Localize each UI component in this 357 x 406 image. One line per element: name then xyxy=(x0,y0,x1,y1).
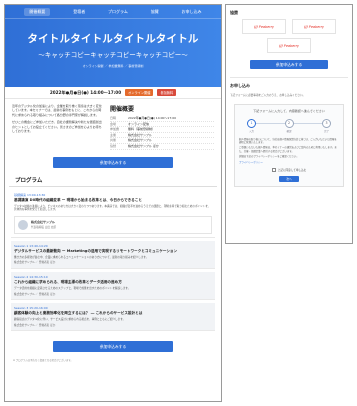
hero-meta: オンライン開催 ／ 参加費無料 ／ 事前登録制 xyxy=(82,64,144,68)
logo-mark-icon: /// xyxy=(278,43,283,48)
register-button-right[interactable]: 参加申込みする xyxy=(250,60,328,69)
logo-mark-icon: /// xyxy=(303,24,308,29)
form-heading: お申し込み xyxy=(230,83,250,88)
free-badge: 参加無料 xyxy=(157,89,177,96)
step-confirm: 2 確認 xyxy=(284,118,294,133)
overview-paragraph: 近年のデジタル化の加速により、企業を取り巻く環境は大きく変化しています。本セミナ… xyxy=(12,104,102,117)
session-speakers: 株式会社サンプル ／ 登壇者名 ほか xyxy=(14,292,56,296)
program-heading: プログラム xyxy=(9,168,217,187)
speaker-org: 代表取締役 山田 太郎 xyxy=(31,225,56,229)
step-input: 1 入力 xyxy=(247,118,256,133)
overview-heading: 開催概要 xyxy=(110,106,135,113)
overview-section: 近年のデジタル化の加速により、企業を取り巻く環境は大きく変化しています。本セミナ… xyxy=(5,99,221,150)
footer-note: ※ プログラムは予告なく変更となる場合がございます。 xyxy=(13,359,73,363)
form-description: 下記フォームに必要事項をご入力のうえ、お申し込みください。 xyxy=(230,94,306,97)
avatar xyxy=(18,219,28,230)
info-value: 2022年●月●日(●) 14:00〜17:00 xyxy=(128,116,177,120)
session-desc: 顧客接点のデジタル化に伴い、サービス設計に求められる視点を、事例とともにご紹介し… xyxy=(14,318,126,322)
nav-overview[interactable]: 開催概要 xyxy=(24,7,51,16)
sponsors-heading: 協賛 xyxy=(230,10,238,15)
online-badge: オンライン開催 xyxy=(125,89,154,96)
sponsor-logo[interactable]: ///Peaberry xyxy=(267,38,311,53)
session-2: Session 2 14:30-15:10 これから組織に求められる、現場主導の… xyxy=(11,271,215,301)
step-number: 2 xyxy=(284,118,294,128)
session-title: 基調講演 DX時代の組織変革 ー 現場から始まる改革とは、今日からできること xyxy=(14,197,142,202)
step-number: 1 xyxy=(247,118,256,128)
top-nav: 開催概要 登壇者 プログラム 協賛 お申し込み xyxy=(5,5,221,19)
sponsor-logos: ///Peaberry ///Peaberry ///Peaberry xyxy=(226,19,352,53)
privacy-paragraph: 個人情報の取り扱いについて、当社は個人情報保護方針に基づき、ご入力いただいた情報… xyxy=(239,137,337,144)
session-1: Session 1 13:40-14:20 デジタルサービスの最新動向 ー Ma… xyxy=(11,240,215,269)
privacy-text: 個人情報の取り扱いについて、当社は個人情報保護方針に基づき、ご入力いただいた情報… xyxy=(239,138,339,164)
privacy-paragraph: ご登録いただいた個人情報は、本セミナーの運営およびご案内のために利用いたします。… xyxy=(239,146,337,153)
info-key: 参加費 xyxy=(110,127,120,132)
logo-word: Peaberry xyxy=(308,24,325,29)
info-value: 株式会社サンプル ほか xyxy=(128,143,159,148)
hero-banner: 開催概要 登壇者 プログラム 協賛 お申し込み タイトルタイトルタイトルタイトル… xyxy=(5,5,221,87)
page-subtitle: 〜キャッチコピーキャッチコピーキャッチコピー〜 xyxy=(38,51,188,59)
session-title: これから組織に求められる、現場主導の改革とデータ活用の進め方 xyxy=(14,279,122,284)
step-label: 入力 xyxy=(249,129,254,133)
nav-program[interactable]: プログラム xyxy=(108,9,128,15)
session-time: 基調講演 13:00-13:30 xyxy=(14,192,46,197)
speaker-card: 株式会社サンプル 代表取締役 山田 太郎 xyxy=(14,215,212,234)
session-speakers: 株式会社サンプル ／ 登壇者名 ほか xyxy=(14,323,56,327)
next-button[interactable]: 次へ xyxy=(279,176,299,183)
sponsor-logo[interactable]: ///Peaberry xyxy=(242,19,286,34)
event-landing-page: 開催概要 登壇者 プログラム 協賛 お申し込み タイトルタイトルタイトルタイトル… xyxy=(4,4,222,402)
privacy-paragraph: 詳細は下記のプライバシーポリシーをご確認ください。 xyxy=(239,155,299,159)
agree-checkbox[interactable]: 上記に同意して申し込む xyxy=(239,168,339,173)
session-3: Session 3 15:20-16:00 顧客体験の向上と業務効率化を両立する… xyxy=(11,303,215,332)
step-label: 完了 xyxy=(324,129,329,133)
session-desc: デジタル技術の進展により、ビジネスのあり方は大きく変わりつつあります。本講演では… xyxy=(14,204,211,212)
info-value: 株式会社サンプル xyxy=(128,132,152,137)
session-desc: データ活用を組織に定着させるためのステップと、現場で成果を出すためのポイントを解… xyxy=(14,286,131,290)
agree-label: 上記に同意して申し込む xyxy=(277,169,307,173)
info-key: 共催 xyxy=(110,138,117,143)
form-steps: 1 入力 2 確認 3 完了 xyxy=(247,118,331,133)
speaker-name: 株式会社サンプル xyxy=(31,219,55,224)
info-key: 日時 xyxy=(110,116,117,120)
session-title: デジタルサービスの最新動向 ー Marketingの活用で実現するリモートワーク… xyxy=(14,248,178,253)
application-form: 下記フォームに入力して、内容確認へ進んでください 1 入力 2 確認 3 完了 個人情… xyxy=(234,103,344,188)
logo-word: Peaberry xyxy=(283,43,300,48)
session-keynote: 基調講演 13:00-13:30 基調講演 DX時代の組織変革 ー 現場から始ま… xyxy=(11,190,215,238)
session-time: Session 2 14:30-15:10 xyxy=(14,274,48,279)
session-time: Session 3 15:20-16:00 xyxy=(14,306,48,311)
overview-text: 近年のデジタル化の加速により、企業を取り巻く環境は大きく変化しています。本セミナ… xyxy=(12,104,104,150)
info-key: 会場 xyxy=(110,121,117,126)
session-time: Session 1 13:40-14:20 xyxy=(14,243,48,248)
date-bar: 2022年●月●日(●) 14:00〜17:00 オンライン開催 参加無料 xyxy=(5,87,221,99)
sponsor-logo[interactable]: ///Peaberry xyxy=(292,19,336,34)
nav-speakers[interactable]: 登壇者 xyxy=(73,9,85,15)
register-button[interactable]: 参加申込みする xyxy=(53,156,173,168)
sponsor-and-form-page: 協賛 ///Peaberry ///Peaberry ///Peaberry 参… xyxy=(225,4,353,244)
info-key: 協賛 xyxy=(110,143,117,148)
overview-info: 開催概要 日時 2022年●月●日(●) 14:00〜17:00 会場 オンライン配… xyxy=(110,104,214,150)
nav-sponsors[interactable]: 協賛 xyxy=(151,9,159,15)
info-row: 協賛 株式会社サンプル ほか xyxy=(110,144,214,150)
step-complete: 3 完了 xyxy=(322,118,331,133)
step-number: 3 xyxy=(322,118,331,128)
info-value: 無料（事前登録制） xyxy=(128,127,156,132)
session-title: 顧客体験の向上と業務効率化を両立するには？ ― これからのサービス設計とは xyxy=(14,311,143,316)
event-date: 2022年●月●日(●) 14:00〜17:00 xyxy=(49,89,122,95)
info-value: 株式会社サンプル xyxy=(128,138,152,143)
session-desc: 働き方の多様化が進む中、企業に求められるコミュニケーションのあり方について、最新… xyxy=(14,255,149,259)
session-speakers: 株式会社サンプル ／ 登壇者名 ほか xyxy=(14,261,56,265)
form-title: 下記フォームに入力して、内容確認へ進んでください xyxy=(253,108,325,113)
register-button-bottom[interactable]: 参加申込みする xyxy=(53,341,173,353)
page-title: タイトルタイトルタイトルタイトル xyxy=(27,33,199,45)
overview-paragraph: ぜひこの機会にご参加いただき、自社の課題解決や新たな価値創出のヒントとしてお役立… xyxy=(12,120,102,134)
info-value: オンライン配信 xyxy=(128,121,150,126)
logo-mark-icon: /// xyxy=(253,24,258,29)
step-label: 確認 xyxy=(286,129,292,133)
privacy-policy-link[interactable]: プライバシーポリシー xyxy=(239,161,263,164)
info-key: 主催 xyxy=(110,132,117,137)
checkbox-icon[interactable] xyxy=(271,168,276,173)
logo-word: Peaberry xyxy=(258,24,275,29)
nav-apply[interactable]: お申し込み xyxy=(182,9,202,15)
